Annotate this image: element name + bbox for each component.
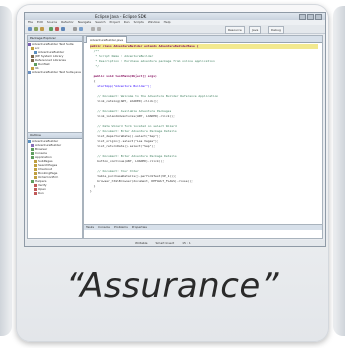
run-icon[interactable] xyxy=(49,27,53,31)
window-title: Eclipse Java - Eclipse SDK xyxy=(95,14,147,19)
tab-properties[interactable]: Properties xyxy=(132,225,147,230)
ide-screenshot: Eclipse Java - Eclipse SDK File Edit Sou… xyxy=(24,12,326,247)
package-tree: AdventureBuilder Test Suite src Adventur… xyxy=(28,42,82,74)
new-icon[interactable] xyxy=(28,27,32,31)
status-writable: Writable xyxy=(135,241,148,245)
bottom-tab-row: Tasks Console Problems Properties xyxy=(84,225,322,230)
toolbar: Resource Java Debug xyxy=(25,25,325,34)
perspective-java[interactable]: Java xyxy=(249,26,262,34)
forward-icon[interactable] xyxy=(97,27,101,31)
code-editor[interactable]: AdventureBuilder.java public class Adven… xyxy=(83,35,323,225)
tab-console[interactable]: Console xyxy=(98,225,110,230)
left-pane: Package Explorer AdventureBuilder Test S… xyxy=(27,35,83,239)
outline-item[interactable]: Run xyxy=(28,191,82,195)
outline-tree: AdventureBuilder AdventureBuilder Browse… xyxy=(28,139,82,195)
tab-tasks[interactable]: Tasks xyxy=(86,225,94,230)
perspective-debug[interactable]: Debug xyxy=(268,26,284,34)
print-icon[interactable] xyxy=(40,27,44,31)
save-icon[interactable] xyxy=(34,27,38,31)
tree-item[interactable]: AdventureBuilder Test Suite.java xyxy=(28,70,82,74)
window-titlebar: Eclipse Java - Eclipse SDK xyxy=(25,13,325,20)
debug-icon[interactable] xyxy=(61,27,65,31)
search-icon[interactable] xyxy=(73,27,77,31)
perspective-resource[interactable]: Resource xyxy=(225,26,245,34)
code-line: } xyxy=(90,189,92,193)
slide-caption: “Assurance” xyxy=(66,266,279,306)
tab-problems[interactable]: Problems xyxy=(114,225,128,230)
record-icon[interactable] xyxy=(55,27,59,31)
editor-tab[interactable]: AdventureBuilder.java xyxy=(86,36,128,43)
status-bar: Writable Smart Insert 15 : 1 xyxy=(25,240,325,246)
bottom-pane: Tasks Console Problems Properties xyxy=(83,224,323,239)
status-insert-mode: Smart Insert xyxy=(155,241,175,245)
open-type-icon[interactable] xyxy=(79,27,83,31)
status-cursor-position: 15 : 1 xyxy=(182,241,191,245)
code-lines: public class AdventureBuilder extends Ad… xyxy=(90,44,318,194)
back-icon[interactable] xyxy=(91,27,95,31)
editor-tab-row: AdventureBuilder.java xyxy=(84,36,322,43)
